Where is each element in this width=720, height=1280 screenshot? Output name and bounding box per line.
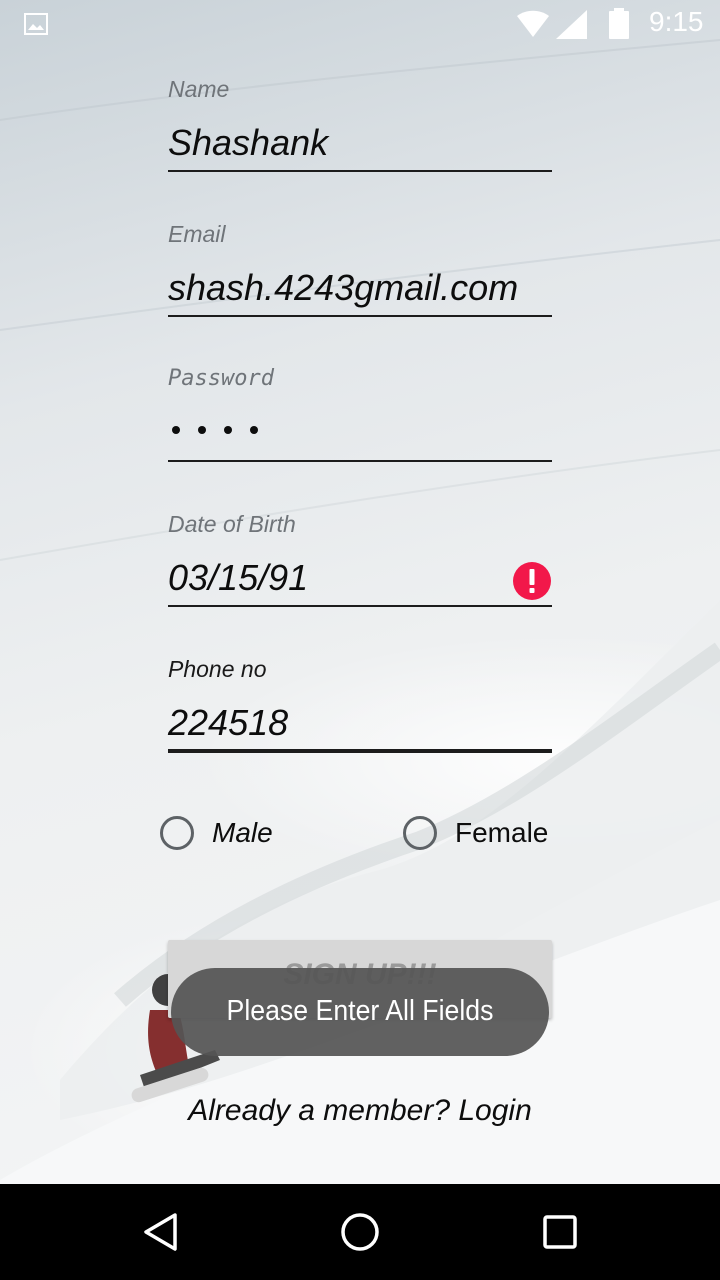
phone-label: Phone no [168,656,267,682]
name-label: Name [168,76,230,102]
login-link[interactable]: Already a member? Login [0,1094,720,1128]
recents-icon[interactable] [542,1212,578,1252]
signal-icon [556,10,587,39]
battery-icon [609,8,629,39]
phone-underline [168,749,552,753]
error-icon[interactable] [512,561,552,601]
password-dot [250,426,258,434]
dob-label: Date of Birth [168,511,296,537]
password-input[interactable] [172,426,258,434]
image-icon [24,13,48,35]
back-icon[interactable] [142,1212,178,1252]
toast: Please Enter All Fields [171,968,549,1056]
name-input[interactable]: Shashank [168,122,328,164]
password-dot [172,426,180,434]
clock: 9:15 [649,6,704,37]
navigation-bar [0,1184,720,1280]
home-icon[interactable] [340,1212,380,1252]
email-label: Email [168,221,226,247]
radio-circle-female[interactable] [403,816,437,850]
password-underline [168,460,552,462]
password-dot [198,426,206,434]
email-underline [168,315,552,317]
password-dot [224,426,232,434]
status-bar: 9:15 [0,0,720,48]
radio-male[interactable]: Male [160,812,273,854]
radio-circle-male[interactable] [160,816,194,850]
name-underline [168,170,552,172]
toast-message: Please Enter All Fields [226,995,494,1027]
dob-input[interactable]: 03/15/91 [168,557,308,599]
email-input[interactable]: shash.4243gmail.com [168,267,518,309]
radio-female[interactable]: Female [403,812,548,854]
wifi-icon [517,10,549,37]
radio-label-male: Male [212,817,273,848]
dob-underline [168,605,552,607]
radio-label-female: Female [455,817,549,848]
phone-input[interactable]: 224518 [168,702,288,744]
password-label: Password [168,366,274,391]
